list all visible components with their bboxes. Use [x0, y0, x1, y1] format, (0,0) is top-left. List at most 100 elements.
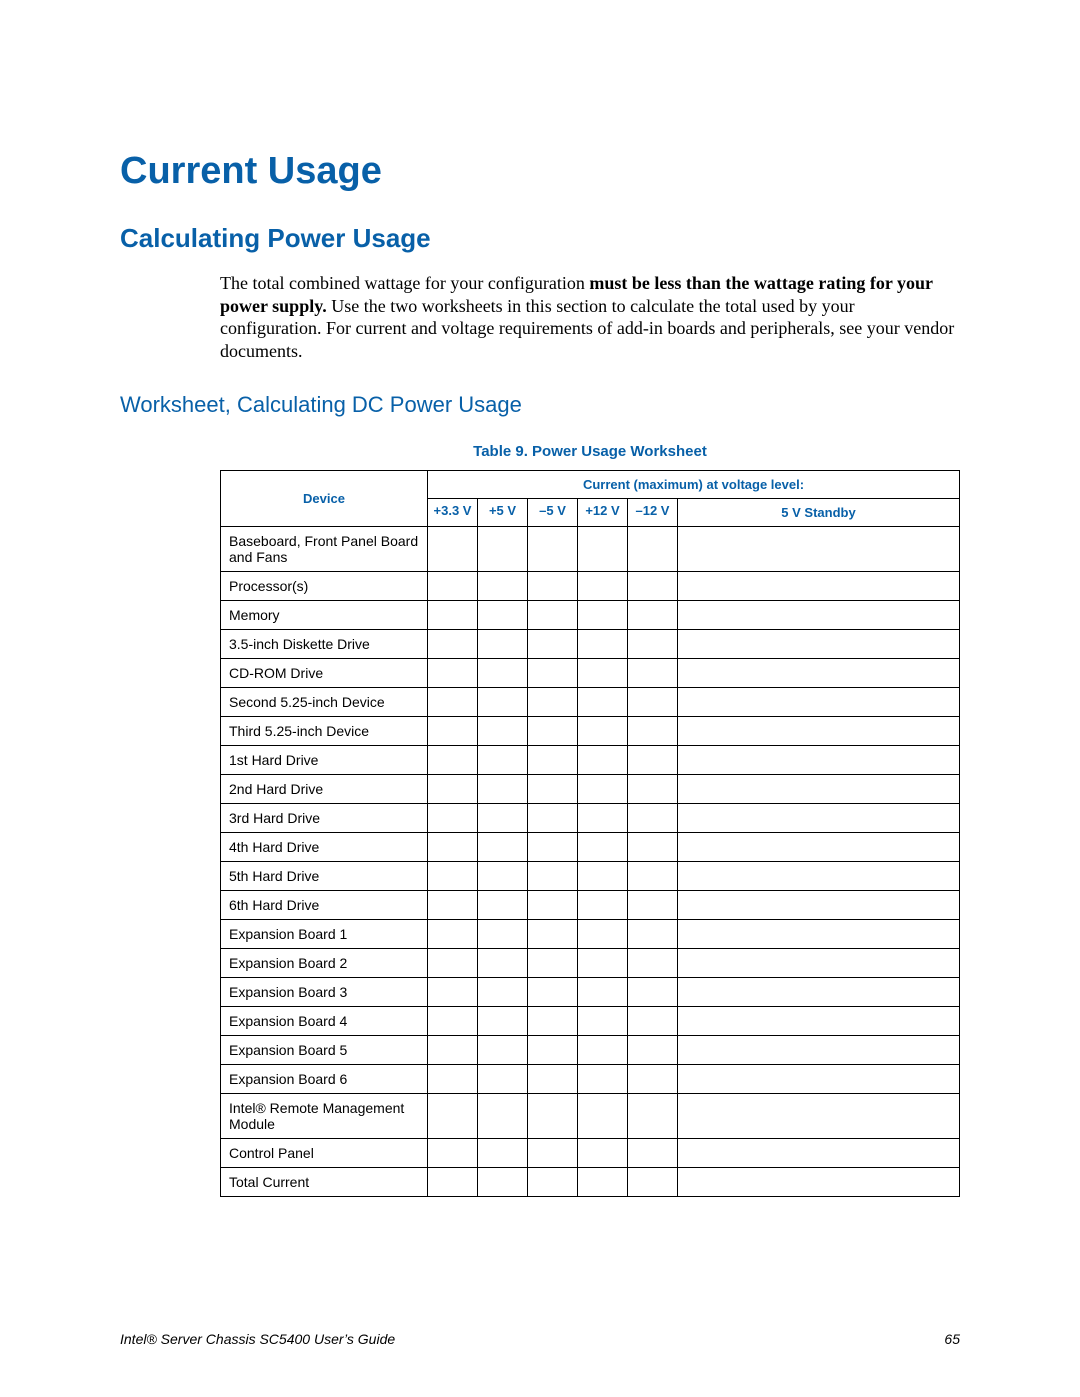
table-row: 1st Hard Drive — [221, 746, 960, 775]
value-cell — [628, 527, 678, 572]
value-cell — [628, 978, 678, 1007]
value-cell — [678, 630, 960, 659]
value-cell — [628, 1065, 678, 1094]
value-cell — [578, 920, 628, 949]
value-cell — [628, 1036, 678, 1065]
value-cell — [478, 1065, 528, 1094]
value-cell — [628, 804, 678, 833]
table-row: Baseboard, Front Panel Board and Fans — [221, 527, 960, 572]
value-cell — [678, 572, 960, 601]
body-pre: The total combined wattage for your conf… — [220, 273, 589, 293]
table-row: 2nd Hard Drive — [221, 775, 960, 804]
value-cell — [628, 920, 678, 949]
value-cell — [478, 1036, 528, 1065]
device-cell: 5th Hard Drive — [221, 862, 428, 891]
header-device: Device — [221, 471, 428, 527]
value-cell — [678, 601, 960, 630]
value-cell — [628, 717, 678, 746]
value-cell — [428, 1036, 478, 1065]
value-cell — [628, 659, 678, 688]
value-cell — [428, 1094, 478, 1139]
value-cell — [628, 1094, 678, 1139]
header-col-6: 5 V Standby — [678, 499, 960, 527]
footer-left: Intel® Server Chassis SC5400 User’s Guid… — [120, 1331, 395, 1347]
device-cell: 4th Hard Drive — [221, 833, 428, 862]
value-cell — [578, 630, 628, 659]
value-cell — [678, 659, 960, 688]
value-cell — [578, 746, 628, 775]
value-cell — [478, 659, 528, 688]
device-cell: Expansion Board 3 — [221, 978, 428, 1007]
value-cell — [428, 601, 478, 630]
value-cell — [678, 775, 960, 804]
value-cell — [428, 891, 478, 920]
value-cell — [578, 833, 628, 862]
worksheet-heading: Worksheet, Calculating DC Power Usage — [120, 392, 960, 418]
value-cell — [678, 1007, 960, 1036]
device-cell: 6th Hard Drive — [221, 891, 428, 920]
value-cell — [628, 1168, 678, 1197]
value-cell — [428, 775, 478, 804]
value-cell — [578, 775, 628, 804]
device-cell: Processor(s) — [221, 572, 428, 601]
value-cell — [678, 717, 960, 746]
value-cell — [578, 1007, 628, 1036]
value-cell — [428, 833, 478, 862]
value-cell — [628, 862, 678, 891]
table-row: Control Panel — [221, 1139, 960, 1168]
value-cell — [478, 1139, 528, 1168]
value-cell — [628, 630, 678, 659]
table-row: Third 5.25-inch Device — [221, 717, 960, 746]
value-cell — [578, 1094, 628, 1139]
value-cell — [478, 630, 528, 659]
value-cell — [678, 1036, 960, 1065]
value-cell — [578, 862, 628, 891]
device-cell: Expansion Board 1 — [221, 920, 428, 949]
footer-right: 65 — [944, 1331, 960, 1347]
value-cell — [578, 891, 628, 920]
value-cell — [628, 1007, 678, 1036]
device-cell: 1st Hard Drive — [221, 746, 428, 775]
value-cell — [478, 1168, 528, 1197]
power-usage-table: Device Current (maximum) at voltage leve… — [220, 470, 960, 1197]
device-cell: CD-ROM Drive — [221, 659, 428, 688]
body-paragraph: The total combined wattage for your conf… — [120, 272, 960, 362]
table-row: CD-ROM Drive — [221, 659, 960, 688]
value-cell — [678, 1168, 960, 1197]
value-cell — [428, 978, 478, 1007]
value-cell — [678, 1094, 960, 1139]
value-cell — [628, 572, 678, 601]
value-cell — [628, 775, 678, 804]
device-cell: Expansion Board 6 — [221, 1065, 428, 1094]
value-cell — [578, 1065, 628, 1094]
value-cell — [628, 746, 678, 775]
value-cell — [428, 1007, 478, 1036]
value-cell — [578, 1168, 628, 1197]
table-container: Table 9. Power Usage Worksheet Device Cu… — [120, 443, 960, 1197]
table-row: Expansion Board 2 — [221, 949, 960, 978]
value-cell — [678, 527, 960, 572]
value-cell — [478, 572, 528, 601]
page-footer: Intel® Server Chassis SC5400 User’s Guid… — [120, 1331, 960, 1347]
value-cell — [478, 862, 528, 891]
value-cell — [678, 688, 960, 717]
value-cell — [428, 1139, 478, 1168]
value-cell — [428, 1168, 478, 1197]
table-row: 4th Hard Drive — [221, 833, 960, 862]
value-cell — [528, 862, 578, 891]
value-cell — [678, 949, 960, 978]
value-cell — [528, 1036, 578, 1065]
value-cell — [578, 717, 628, 746]
value-cell — [478, 746, 528, 775]
table-row: Intel® Remote Management Module — [221, 1094, 960, 1139]
device-cell: 3rd Hard Drive — [221, 804, 428, 833]
header-col-2: +5 V — [478, 499, 528, 527]
value-cell — [678, 1065, 960, 1094]
value-cell — [528, 1065, 578, 1094]
device-cell: Third 5.25-inch Device — [221, 717, 428, 746]
value-cell — [678, 891, 960, 920]
device-cell: Expansion Board 4 — [221, 1007, 428, 1036]
value-cell — [678, 833, 960, 862]
device-cell: Intel® Remote Management Module — [221, 1094, 428, 1139]
value-cell — [478, 833, 528, 862]
